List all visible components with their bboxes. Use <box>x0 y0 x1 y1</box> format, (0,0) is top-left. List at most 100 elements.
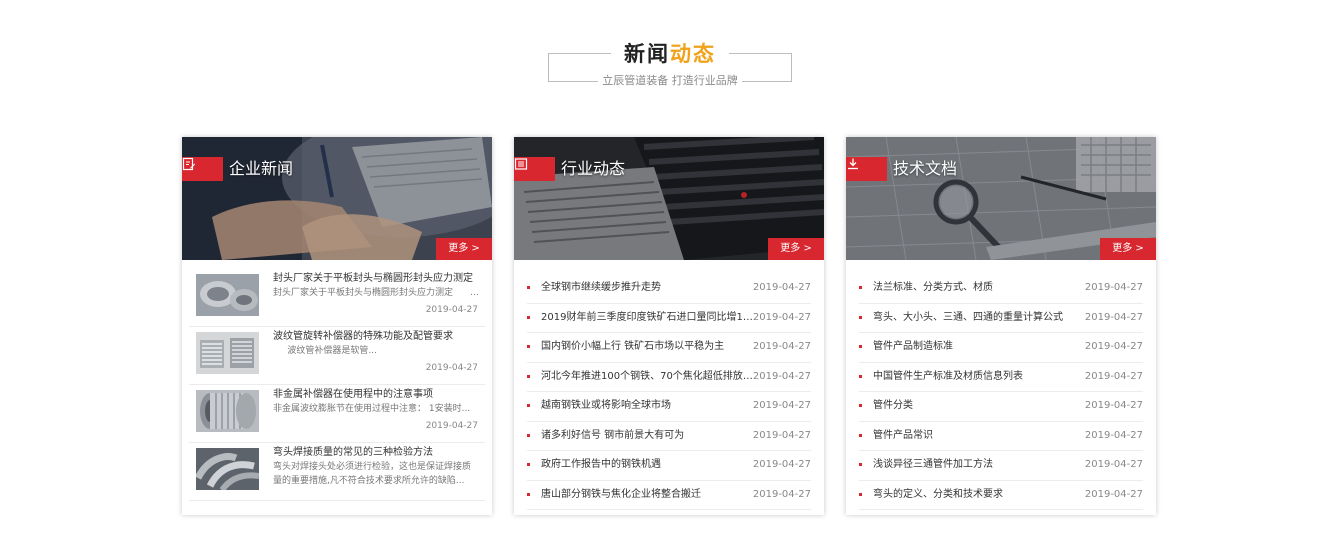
bullet-icon <box>527 492 530 496</box>
list-item[interactable]: 河北今年推进100个钢铁、70个焦化超低排放改... 2019-04-27 <box>527 363 811 392</box>
item-title[interactable]: 法兰标准、分类方式、材质 <box>873 281 1085 295</box>
bullet-icon <box>859 374 862 378</box>
thumbnail-expansion-joint <box>196 390 259 432</box>
card-tech-docs: 技术文档 更多 > 法兰标准、分类方式、材质 2019-04-27 弯头、大小头、… <box>846 137 1156 515</box>
newspaper-icon <box>514 157 555 181</box>
bullet-icon <box>527 345 530 348</box>
bullet-icon <box>859 315 862 319</box>
card-title: 行业动态 <box>561 159 626 178</box>
item-title[interactable]: 弯头焊接质量的常见的三种检验方法 <box>273 446 433 460</box>
bullet-icon <box>527 433 530 437</box>
card-banner: 行业动态 更多 > <box>514 137 824 260</box>
item-title[interactable]: 弯头的定义、分类和技术要求 <box>873 488 1085 502</box>
bullet-icon <box>527 404 530 407</box>
item-date: 2019-04-27 <box>1084 370 1143 382</box>
list-item[interactable]: 波纹管旋转补偿器的特殊功能及配管要求 波纹管补偿器是软管... 2019-04-… <box>189 327 485 385</box>
tech-docs-list: 法兰标准、分类方式、材质 2019-04-27 弯头、大小头、三通、四通的重量计算… <box>859 274 1143 510</box>
item-title[interactable]: 河北今年推进100个钢铁、70个焦化超低排放改... <box>541 370 753 384</box>
bullet-icon <box>859 492 862 496</box>
item-title[interactable]: 浅谈异径三通管件加工方法 <box>873 458 1085 472</box>
item-date: 2019-04-27 <box>425 363 478 373</box>
item-date: 2019-04-27 <box>1084 341 1143 352</box>
card-title: 技术文档 <box>893 159 958 178</box>
list-item[interactable]: 政府工作报告中的钢铁机遇 2019-04-27 <box>527 451 811 481</box>
list-item[interactable]: 弯头、大小头、三通、四通的重量计算公式 2019-04-27 <box>859 304 1143 333</box>
card-tag: 技术文档 <box>846 157 957 181</box>
list-item[interactable]: 管件产品常识 2019-04-27 <box>859 422 1143 451</box>
item-title[interactable]: 全球钢市继续缓步推升走势 <box>541 281 753 295</box>
list-item[interactable]: 国内钢价小幅上行 铁矿石市场以平稳为主 2019-04-27 <box>527 333 811 363</box>
list-item[interactable]: 浅谈异径三通管件加工方法 2019-04-27 <box>859 451 1143 481</box>
item-date: 2019-04-27 <box>1084 459 1143 470</box>
more-button[interactable]: 更多 > <box>768 238 824 260</box>
item-date: 2019-04-27 <box>425 421 478 431</box>
item-title[interactable]: 政府工作报告中的钢铁机遇 <box>541 458 753 472</box>
bullet-icon <box>859 433 862 437</box>
item-date: 2019-04-27 <box>425 305 478 315</box>
card-company-news: 企业新闻 更多 > 封头厂家关于平板封头与椭圆形封头应力测定 封头厂家关于平板封… <box>182 137 492 515</box>
list-item[interactable]: 唐山部分钢铁与焦化企业将整合搬迁 2019-04-27 <box>527 481 811 510</box>
section-subtitle-text: 立辰管道装备 打造行业品牌 <box>598 74 742 87</box>
item-title[interactable]: 国内钢价小幅上行 铁矿石市场以平稳为主 <box>541 340 753 354</box>
list-item[interactable]: 法兰标准、分类方式、材质 2019-04-27 <box>859 274 1143 304</box>
item-date: 2019-04-27 <box>1084 311 1143 323</box>
item-date: 2019-04-27 <box>1084 429 1143 441</box>
item-title[interactable]: 封头厂家关于平板封头与椭圆形封头应力测定 <box>273 272 473 286</box>
list-item[interactable]: 2019财年前三季度印度铁矿石进口量同比增15... 2019-04-27 <box>527 304 811 333</box>
item-desc: 波纹管补偿器是软管... <box>273 346 377 356</box>
bullet-icon <box>527 286 530 289</box>
list-item[interactable]: 管件产品制造标准 2019-04-27 <box>859 333 1143 363</box>
list-item[interactable]: 中国管件生产标准及材质信息列表 2019-04-27 <box>859 363 1143 392</box>
item-title[interactable]: 2019财年前三季度印度铁矿石进口量同比增15... <box>541 311 753 325</box>
section-subtitle: 立辰管道装备 打造行业品牌 <box>548 74 792 88</box>
card-title: 企业新闻 <box>229 159 294 178</box>
item-date: 2019-04-27 <box>752 488 811 500</box>
list-item[interactable]: 弯头焊接质量的常见的三种检验方法 弯头对焊接头处必须进行检验，这也是保证焊接质量… <box>189 443 485 501</box>
list-item[interactable]: 非金属补偿器在使用程中的注意事项 非金属波纹膨胀节在使用过程中注意： 1安装时.… <box>189 385 485 443</box>
edit-document-icon <box>182 157 223 181</box>
thumbnail-bellows <box>196 332 259 374</box>
item-title[interactable]: 管件产品常识 <box>873 429 1085 443</box>
bullet-icon <box>527 315 530 319</box>
item-title[interactable]: 非金属补偿器在使用程中的注意事项 <box>273 388 433 402</box>
item-date: 2019-04-27 <box>752 400 811 411</box>
more-button[interactable]: 更多 > <box>436 238 492 260</box>
item-date: 2019-04-27 <box>752 282 811 293</box>
bullet-icon <box>859 404 862 407</box>
bullet-icon <box>527 463 530 466</box>
item-date: 2019-04-27 <box>752 311 811 323</box>
card-industry-news: 行业动态 更多 > 全球钢市继续缓步推升走势 2019-04-27 2019财年前… <box>514 137 824 515</box>
bullet-icon <box>859 345 862 348</box>
card-banner: 企业新闻 更多 > <box>182 137 492 260</box>
item-date: 2019-04-27 <box>752 459 811 470</box>
section-title-a: 新闻 <box>624 42 670 66</box>
item-title[interactable]: 中国管件生产标准及材质信息列表 <box>873 370 1085 384</box>
more-button[interactable]: 更多 > <box>1100 238 1156 260</box>
bullet-icon <box>527 374 530 378</box>
item-title[interactable]: 管件产品制造标准 <box>873 340 1085 354</box>
item-title[interactable]: 弯头、大小头、三通、四通的重量计算公式 <box>873 311 1085 325</box>
list-item[interactable]: 弯头的定义、分类和技术要求 2019-04-27 <box>859 481 1143 510</box>
section-title: 新闻动态 <box>548 41 792 67</box>
list-item[interactable]: 封头厂家关于平板封头与椭圆形封头应力测定 封头厂家关于平板封头与椭圆形封头应力测… <box>189 269 485 327</box>
item-desc: 弯头对焊接头处必须进行检验，这也是保证焊接质量的重要措施,凡不符合技术要求所允许… <box>273 462 472 486</box>
card-tag: 企业新闻 <box>182 157 293 181</box>
section-heading: 新闻动态 立辰管道装备 打造行业品牌 <box>548 36 792 96</box>
list-item[interactable]: 诸多利好信号 钢市前景大有可为 2019-04-27 <box>527 422 811 451</box>
bullet-icon <box>859 286 862 289</box>
list-item[interactable]: 管件分类 2019-04-27 <box>859 392 1143 422</box>
item-title[interactable]: 诸多利好信号 钢市前景大有可为 <box>541 429 753 443</box>
list-item[interactable]: 越南钢铁业或将影响全球市场 2019-04-27 <box>527 392 811 422</box>
item-title[interactable]: 唐山部分钢铁与焦化企业将整合搬迁 <box>541 488 753 502</box>
news-image-list: 封头厂家关于平板封头与椭圆形封头应力测定 封头厂家关于平板封头与椭圆形封头应力测… <box>189 269 485 501</box>
item-date: 2019-04-27 <box>752 370 811 382</box>
bullet-icon <box>859 463 862 466</box>
thumbnail-dished-heads <box>196 274 259 316</box>
item-title[interactable]: 管件分类 <box>873 399 1085 413</box>
card-tag: 行业动态 <box>514 157 625 181</box>
item-title[interactable]: 波纹管旋转补偿器的特殊功能及配管要求 <box>273 330 453 344</box>
item-date: 2019-04-27 <box>752 429 811 441</box>
item-title[interactable]: 越南钢铁业或将影响全球市场 <box>541 399 753 413</box>
list-item[interactable]: 全球钢市继续缓步推升走势 2019-04-27 <box>527 274 811 304</box>
card-banner: 技术文档 更多 > <box>846 137 1156 260</box>
